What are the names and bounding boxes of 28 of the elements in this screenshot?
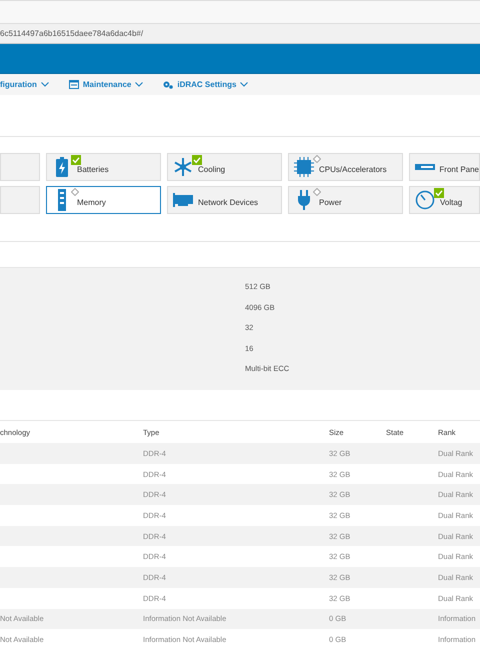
component-tile[interactable]: Memory [46,186,161,214]
memory-module-icon [58,189,66,211]
nav-menu-item[interactable]: Maintenance [68,80,144,89]
battery-icon [56,157,68,177]
plug-icon [297,190,311,210]
component-tile[interactable]: Network Devices [167,186,282,214]
component-tile[interactable] [0,186,40,214]
component-tile[interactable]: Power [288,186,403,214]
gauge-icon [415,190,435,210]
calendar-icon [68,80,79,89]
component-tile[interactable] [0,153,40,181]
chevron-down-icon [40,82,49,87]
chip-icon [294,157,314,177]
component-tile[interactable]: Voltag [409,186,480,214]
chevron-down-icon [240,82,248,87]
network-card-icon [173,193,193,207]
address-bar[interactable]: 6c5114497a6b16515daee784a6dac4b#/ [0,24,480,44]
component-tile[interactable]: Batteries [46,153,161,181]
panel-icon [414,164,435,170]
component-tile[interactable]: Front Pane [409,153,480,181]
url-text: 6c5114497a6b16515daee784a6dac4b#/ [0,29,144,38]
nav-menu-item[interactable]: iDRAC Settings [163,80,248,89]
chevron-down-icon [135,82,144,87]
gears-icon [163,80,174,88]
snowflake-icon [173,157,193,177]
component-tile[interactable]: Cooling [167,153,282,181]
nav-menu-item[interactable]: figuration [0,80,49,89]
component-tile[interactable]: CPUs/Accelerators [288,153,403,181]
